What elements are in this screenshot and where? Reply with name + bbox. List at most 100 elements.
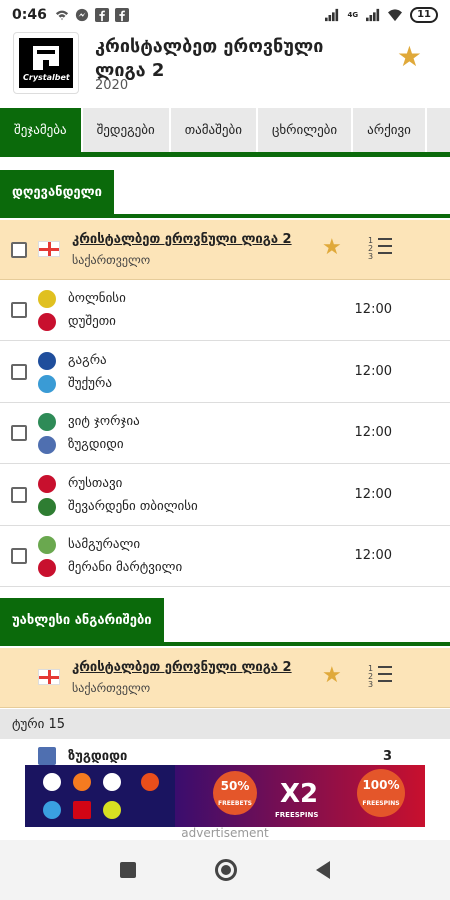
section-recent: უახლესი ანგარიშები xyxy=(0,598,450,646)
battery-icon: 11 xyxy=(410,7,438,23)
match-time: 12:00 xyxy=(354,487,392,502)
team-score: 3 xyxy=(382,749,392,764)
system-icons: 4G 11 xyxy=(325,7,438,23)
ad-competition-logos xyxy=(25,765,175,827)
notification-icons xyxy=(55,8,129,22)
champions-league-icon xyxy=(43,773,61,791)
away-team-name: დუშეთი xyxy=(68,314,116,329)
network-type-label: 4G xyxy=(347,11,359,19)
recents-icon[interactable] xyxy=(119,862,136,878)
favorite-star-icon[interactable]: ★ xyxy=(397,40,422,73)
match-row[interactable]: სამგურალი მერანი მარტვილი 12:00 xyxy=(0,526,450,587)
favorite-star-icon[interactable]: ★ xyxy=(322,235,342,260)
app-header: Crystalbet კრისტალბეთ ეროვნული ლიგა 2 20… xyxy=(0,30,450,100)
system-nav-bar xyxy=(0,840,450,900)
logo-text: Crystalbet xyxy=(23,73,70,82)
away-team-name: შუქურა xyxy=(68,376,112,391)
team-badge-icon xyxy=(38,747,56,765)
tab-results[interactable]: შედეგები xyxy=(83,108,171,152)
home-team-name: გაგრა xyxy=(68,353,107,368)
standings-icon[interactable]: 1 2 3 xyxy=(368,237,394,263)
match-checkbox[interactable] xyxy=(11,548,27,564)
ad-main-sub: FREESPINS xyxy=(275,811,319,819)
match-time: 12:00 xyxy=(354,425,392,440)
home-team-badge-icon xyxy=(38,352,56,370)
ad-label: advertisement xyxy=(181,826,269,840)
status-bar: 0:46 4G 11 xyxy=(0,0,450,30)
league-country: საქართველო xyxy=(72,681,151,695)
signal-icon xyxy=(325,8,339,22)
ad-badge-freebets: 50% FREEBETS xyxy=(213,771,257,815)
match-checkbox[interactable] xyxy=(11,364,27,380)
away-team-badge-icon xyxy=(38,313,56,331)
match-time: 12:00 xyxy=(354,302,392,317)
signal-icon-2 xyxy=(366,8,380,22)
ad-banner[interactable]: 50% FREEBETS X2 FREESPINS 100% FREESPINS xyxy=(25,765,425,827)
away-team-badge-icon xyxy=(38,375,56,393)
match-row[interactable]: ბოლნისი დუშეთი 12:00 xyxy=(0,280,450,341)
league-country: საქართველო xyxy=(72,253,151,267)
league-checkbox[interactable] xyxy=(11,242,27,258)
georgia-flag-icon xyxy=(38,241,60,257)
league-name[interactable]: კრისტალბეთ ეროვნული ლიგა 2 xyxy=(72,660,292,675)
away-team-name: ზუგდიდი xyxy=(68,437,124,452)
bundesliga-icon xyxy=(73,801,91,819)
tab-summary[interactable]: შეჯამება xyxy=(0,108,83,152)
back-icon[interactable] xyxy=(316,861,331,879)
georgia-flag-icon xyxy=(38,669,60,685)
season-year: 2020 xyxy=(95,78,129,93)
away-team-badge-icon xyxy=(38,498,56,516)
tab-archive[interactable]: არქივი xyxy=(353,108,427,152)
ligue1-icon xyxy=(103,801,121,819)
premier-league-icon xyxy=(103,773,121,791)
favorite-star-icon[interactable]: ★ xyxy=(322,663,342,688)
home-team-name: ბოლნისი xyxy=(68,291,126,306)
standings-icon[interactable]: 1 2 3 xyxy=(368,665,394,691)
la-liga-icon xyxy=(43,801,61,819)
league-row-recent[interactable]: კრისტალბეთ ეროვნული ლიგა 2 საქართველო ★ … xyxy=(0,648,450,708)
ad-badge-freespins: 100% FREESPINS xyxy=(357,769,405,817)
tab-fixtures[interactable]: თამაშები xyxy=(171,108,258,152)
home-team-name: რუსთავი xyxy=(68,476,123,491)
league-logo: Crystalbet xyxy=(13,32,79,94)
home-team-name: სამგურალი xyxy=(68,537,141,552)
home-team-name: ვიტ ჯორჯია xyxy=(68,414,140,429)
match-checkbox[interactable] xyxy=(11,487,27,503)
match-time: 12:00 xyxy=(354,364,392,379)
league-row-today[interactable]: კრისტალბეთ ეროვნული ლიგა 2 საქართველო ★ … xyxy=(0,220,450,280)
home-team-badge-icon xyxy=(38,413,56,431)
status-time: 0:46 xyxy=(12,7,47,23)
match-checkbox[interactable] xyxy=(11,302,27,318)
wifi-icon xyxy=(55,10,68,21)
match-checkbox[interactable] xyxy=(11,425,27,441)
home-icon[interactable] xyxy=(214,859,237,881)
tab-bar: შეჯამება შედეგები თამაშები ცხრილები არქი… xyxy=(0,108,450,152)
serie-a-icon xyxy=(141,773,159,791)
away-team-badge-icon xyxy=(38,436,56,454)
section-today-label: დღევანდელი xyxy=(0,170,114,214)
page-title: კრისტალბეთ ეროვნული ლიგა 2 xyxy=(95,36,324,81)
match-row[interactable]: ვიტ ჯორჯია ზუგდიდი 12:00 xyxy=(0,403,450,464)
home-team-badge-icon xyxy=(38,475,56,493)
match-time: 12:00 xyxy=(354,548,392,563)
match-row[interactable]: გაგრა შუქურა 12:00 xyxy=(0,342,450,403)
tab-underline xyxy=(0,152,450,157)
messenger-icon xyxy=(75,8,88,22)
tab-standings[interactable]: ცხრილები xyxy=(258,108,354,152)
round-header: ტური 15 xyxy=(0,709,450,739)
league-name[interactable]: კრისტალბეთ ეროვნული ლიგა 2 xyxy=(72,232,292,247)
facebook-icon xyxy=(94,8,109,22)
ad-main-text: X2 xyxy=(280,779,319,809)
match-row[interactable]: რუსთავი შევარდენი თბილისი 12:00 xyxy=(0,465,450,526)
home-team-badge-icon xyxy=(38,536,56,554)
facebook-icon-2 xyxy=(114,8,129,22)
section-today: დღევანდელი xyxy=(0,170,450,218)
home-team-badge-icon xyxy=(38,290,56,308)
team-name: ზუგდიდი xyxy=(68,749,128,764)
away-team-badge-icon xyxy=(38,559,56,577)
section-recent-label: უახლესი ანგარიშები xyxy=(0,598,164,642)
away-team-name: შევარდენი თბილისი xyxy=(68,499,198,514)
europa-league-icon xyxy=(73,773,91,791)
away-team-name: მერანი მარტვილი xyxy=(68,560,183,575)
wifi-signal-icon xyxy=(388,9,403,22)
